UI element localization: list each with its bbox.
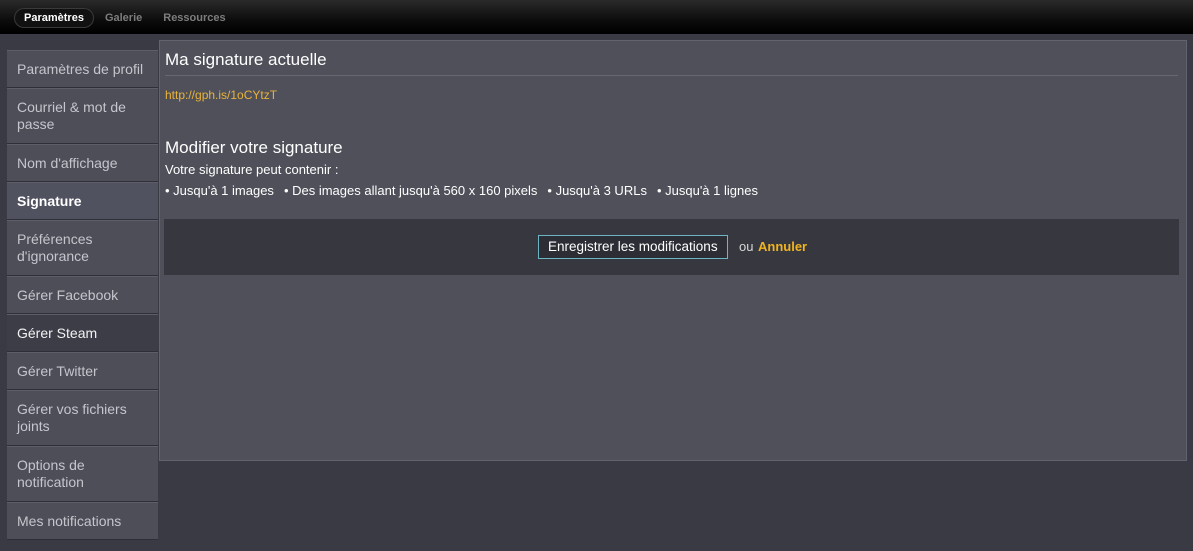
rule-max-lines: Jusqu'à 1 lignes: [657, 183, 758, 198]
top-navigation-bar: Paramètres Galerie Ressources: [0, 0, 1193, 34]
sidebar-item-signature[interactable]: Signature: [7, 182, 158, 220]
settings-container: Paramètres de profil Courriel & mot de p…: [7, 40, 1187, 545]
rule-max-images: Jusqu'à 1 images: [165, 183, 274, 198]
tab-galerie[interactable]: Galerie: [95, 8, 152, 28]
top-nav: Paramètres Galerie Ressources: [14, 8, 237, 28]
sidebar-item-notification-options[interactable]: Options de notification: [7, 446, 158, 502]
sidebar-item-facebook[interactable]: Gérer Facebook: [7, 276, 158, 314]
cancel-link[interactable]: Annuler: [758, 239, 807, 254]
or-label: ou: [739, 239, 754, 254]
tab-ressources[interactable]: Ressources: [153, 8, 235, 28]
save-changes-button[interactable]: Enregistrer les modifications: [538, 235, 728, 259]
sidebar-item-ignore-preferences[interactable]: Préférences d'ignorance: [7, 220, 158, 276]
divider: [165, 75, 1178, 76]
sidebar-item-attachments[interactable]: Gérer vos fichiers joints: [7, 390, 158, 446]
sidebar-item-profile[interactable]: Paramètres de profil: [7, 50, 158, 88]
sidebar-item-steam[interactable]: Gérer Steam: [7, 314, 158, 352]
signature-rules-list: Jusqu'à 1 images Des images allant jusqu…: [165, 183, 768, 198]
current-signature-heading: Ma signature actuelle: [165, 50, 327, 69]
rule-image-size: Des images allant jusqu'à 560 x 160 pixe…: [284, 183, 537, 198]
current-signature-link[interactable]: http://gph.is/1oCYtzT: [165, 88, 277, 102]
signature-panel: Ma signature actuelle http://gph.is/1oCY…: [159, 40, 1187, 461]
sidebar-item-display-name[interactable]: Nom d'affichage: [7, 144, 158, 182]
modify-signature-heading: Modifier votre signature: [165, 138, 343, 157]
settings-sidebar: Paramètres de profil Courriel & mot de p…: [7, 50, 159, 540]
form-actions-bar: Enregistrer les modifications ou Annuler: [164, 219, 1179, 275]
tab-parametres[interactable]: Paramètres: [14, 8, 94, 28]
signature-rules-intro: Votre signature peut contenir :: [165, 162, 339, 177]
sidebar-item-twitter[interactable]: Gérer Twitter: [7, 352, 158, 390]
sidebar-item-my-notifications[interactable]: Mes notifications: [7, 502, 158, 540]
sidebar-item-email-password[interactable]: Courriel & mot de passe: [7, 88, 158, 144]
rule-max-urls: Jusqu'à 3 URLs: [547, 183, 647, 198]
